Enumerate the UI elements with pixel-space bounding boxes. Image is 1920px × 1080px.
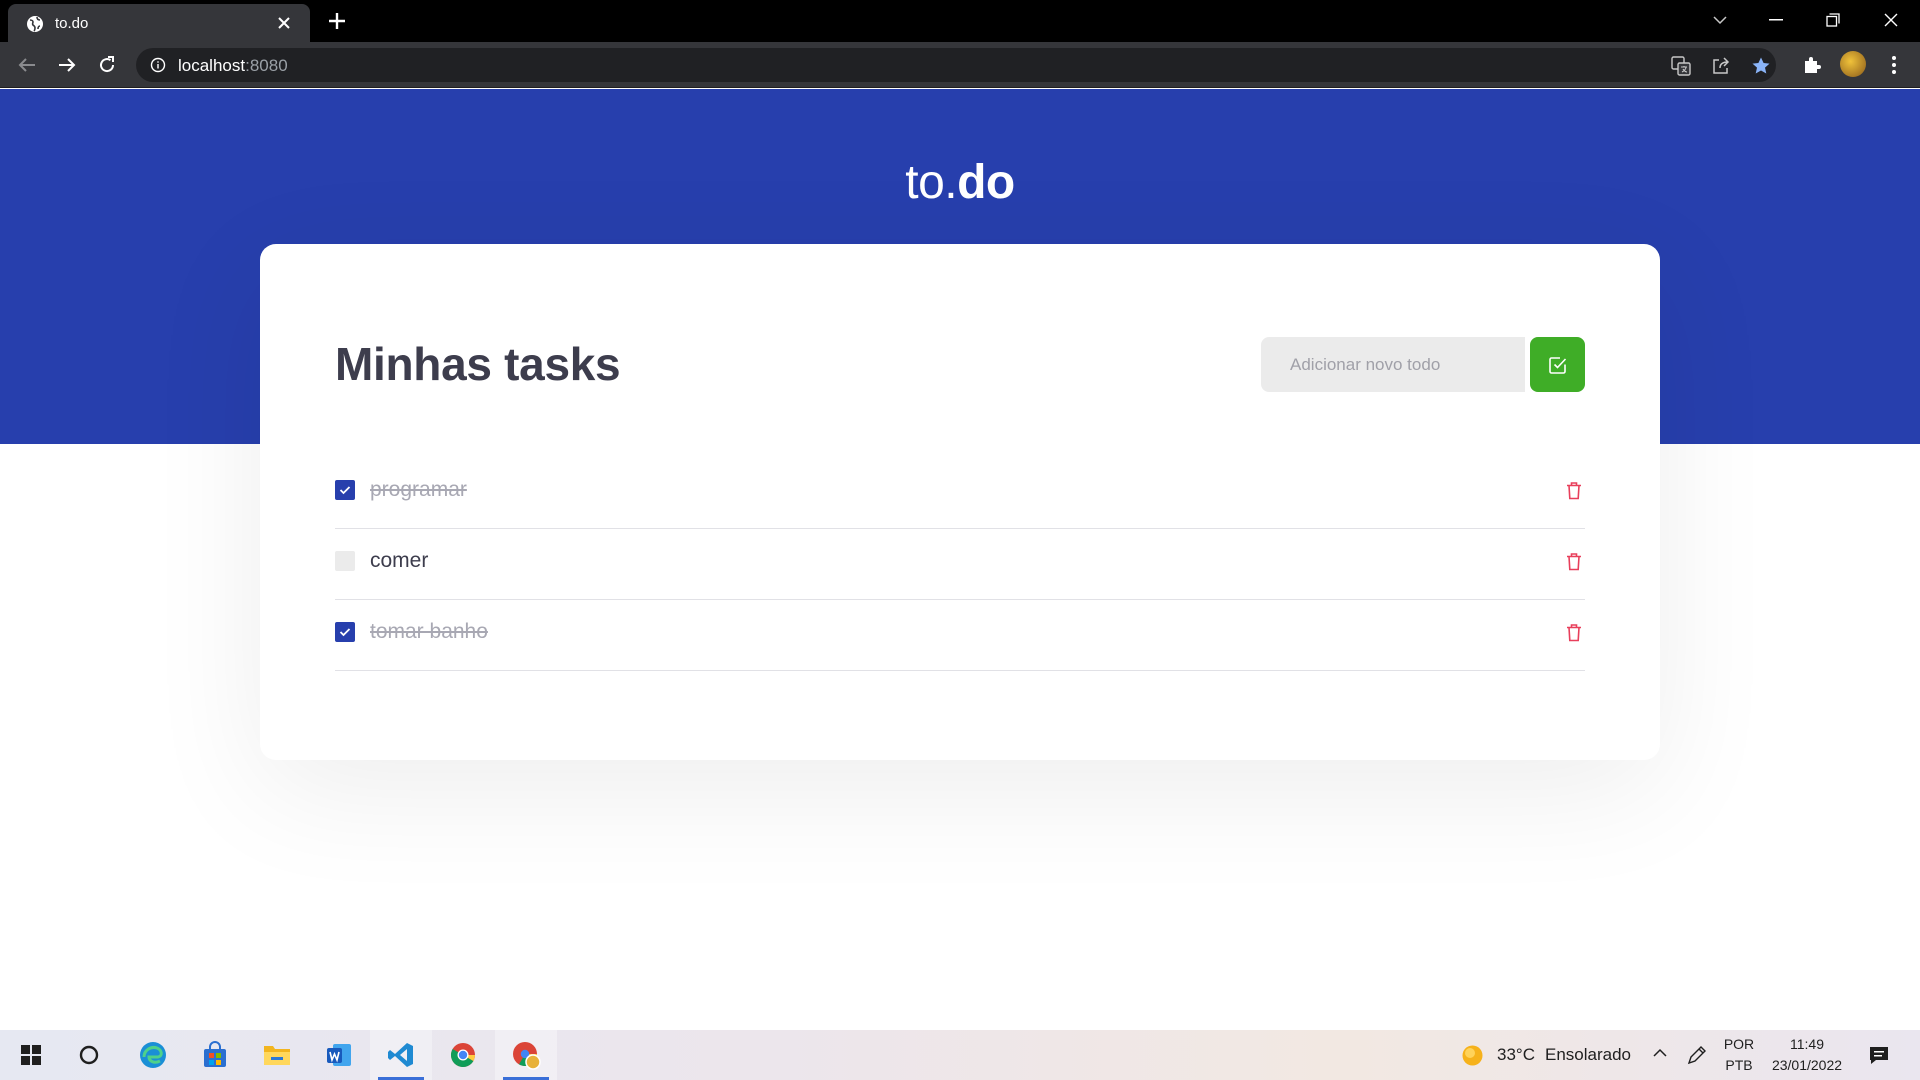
reload-icon [100, 56, 115, 73]
globe-icon [27, 16, 43, 32]
vscode-icon [388, 1043, 413, 1067]
windows-icon [21, 1045, 41, 1065]
arrow-left-icon [18, 58, 35, 72]
close-icon[interactable] [274, 13, 294, 33]
more-vertical-icon [1892, 56, 1896, 74]
back-button[interactable] [14, 52, 40, 78]
tab-search-button[interactable] [1697, 6, 1743, 34]
restore-icon [1826, 13, 1840, 27]
bookmark-button[interactable] [1750, 55, 1772, 77]
task-item: tomar banho [335, 600, 1585, 671]
tasks-card: Minhas tasks programar comer [260, 244, 1660, 760]
chevron-up-icon[interactable] [1652, 1047, 1668, 1059]
word-icon [327, 1044, 351, 1066]
edge-icon [140, 1042, 166, 1068]
share-icon [1713, 57, 1730, 74]
start-button[interactable] [0, 1030, 62, 1080]
arrow-right-icon [59, 58, 76, 72]
clock-date[interactable]: 23/01/2022 [1762, 1057, 1852, 1073]
check-square-icon [1548, 356, 1566, 374]
pen-icon[interactable] [1686, 1044, 1708, 1066]
star-icon [1752, 57, 1770, 74]
taskbar-edge[interactable] [122, 1030, 184, 1080]
task-checkbox[interactable] [335, 480, 355, 500]
translate-button[interactable] [1670, 55, 1692, 77]
reload-button[interactable] [94, 52, 120, 78]
task-checkbox[interactable] [335, 551, 355, 571]
folder-icon [264, 1046, 290, 1065]
profile-avatar[interactable] [1840, 51, 1866, 77]
add-todo-button[interactable] [1530, 337, 1585, 392]
taskbar-store[interactable] [184, 1030, 246, 1080]
puzzle-icon [1805, 57, 1821, 73]
task-label: programar [370, 478, 467, 501]
delete-task-button[interactable] [1563, 478, 1585, 502]
keyboard-layout[interactable]: PTB [1722, 1057, 1756, 1073]
weather-description[interactable]: Ensolarado [1545, 1045, 1631, 1065]
translate-icon [1671, 56, 1691, 76]
taskbar-explorer[interactable] [246, 1030, 308, 1080]
tab-title: to.do [55, 15, 89, 32]
info-icon[interactable] [150, 57, 166, 73]
chrome-profile-icon [513, 1042, 541, 1070]
task-item: programar [335, 458, 1585, 529]
chrome-icon [450, 1043, 475, 1068]
taskbar-vscode[interactable] [370, 1030, 432, 1080]
notification-icon[interactable] [1868, 1044, 1890, 1066]
close-icon [1884, 13, 1898, 27]
delete-task-button[interactable] [1563, 549, 1585, 573]
taskbar-chrome[interactable] [432, 1030, 494, 1080]
task-item: comer [335, 529, 1585, 600]
address-bar[interactable]: localhost:8080 [136, 48, 1776, 82]
new-tab-icon[interactable] [325, 9, 349, 33]
trash-icon [1567, 481, 1581, 499]
cortana-icon [79, 1045, 99, 1065]
clock-time[interactable]: 11:49 [1762, 1036, 1852, 1052]
task-label: comer [370, 549, 429, 572]
url-text: localhost:8080 [178, 56, 288, 75]
chevron-down-icon [1713, 16, 1727, 25]
taskbar-chrome-profile[interactable] [495, 1030, 557, 1080]
checkmark-icon [339, 628, 351, 637]
app-logo: to.do [905, 156, 1015, 209]
store-icon [204, 1041, 226, 1067]
browser-toolbar: localhost:8080 [0, 42, 1920, 88]
windows-taskbar: 33°C Ensolarado POR PTB 11:49 23/01/2022 [0, 1030, 1920, 1080]
close-window-button[interactable] [1868, 6, 1914, 34]
minimize-button[interactable] [1753, 6, 1799, 34]
trash-icon [1567, 623, 1581, 641]
task-checkbox[interactable] [335, 622, 355, 642]
task-list: programar comer tomar banho [335, 458, 1585, 671]
checkmark-icon [339, 486, 351, 495]
page-title: Minhas tasks [335, 338, 621, 390]
share-button[interactable] [1710, 55, 1732, 77]
menu-button[interactable] [1881, 52, 1907, 78]
delete-task-button[interactable] [1563, 620, 1585, 644]
page-viewport: to.do Minhas tasks programar co [0, 89, 1920, 1030]
language-indicator[interactable]: POR [1722, 1036, 1756, 1052]
new-todo-input[interactable] [1261, 337, 1525, 392]
weather-temp[interactable]: 33°C [1497, 1045, 1535, 1065]
extensions-button[interactable] [1799, 52, 1825, 78]
taskbar-word[interactable] [308, 1030, 370, 1080]
browser-tab-strip: to.do [0, 0, 1920, 42]
minimize-icon [1769, 19, 1783, 21]
forward-button[interactable] [54, 52, 80, 78]
trash-icon [1567, 552, 1581, 570]
search-button[interactable] [58, 1030, 120, 1080]
browser-tab[interactable]: to.do [8, 4, 310, 42]
task-label: tomar banho [370, 620, 488, 643]
sun-icon [1462, 1045, 1483, 1066]
restore-button[interactable] [1810, 6, 1856, 34]
